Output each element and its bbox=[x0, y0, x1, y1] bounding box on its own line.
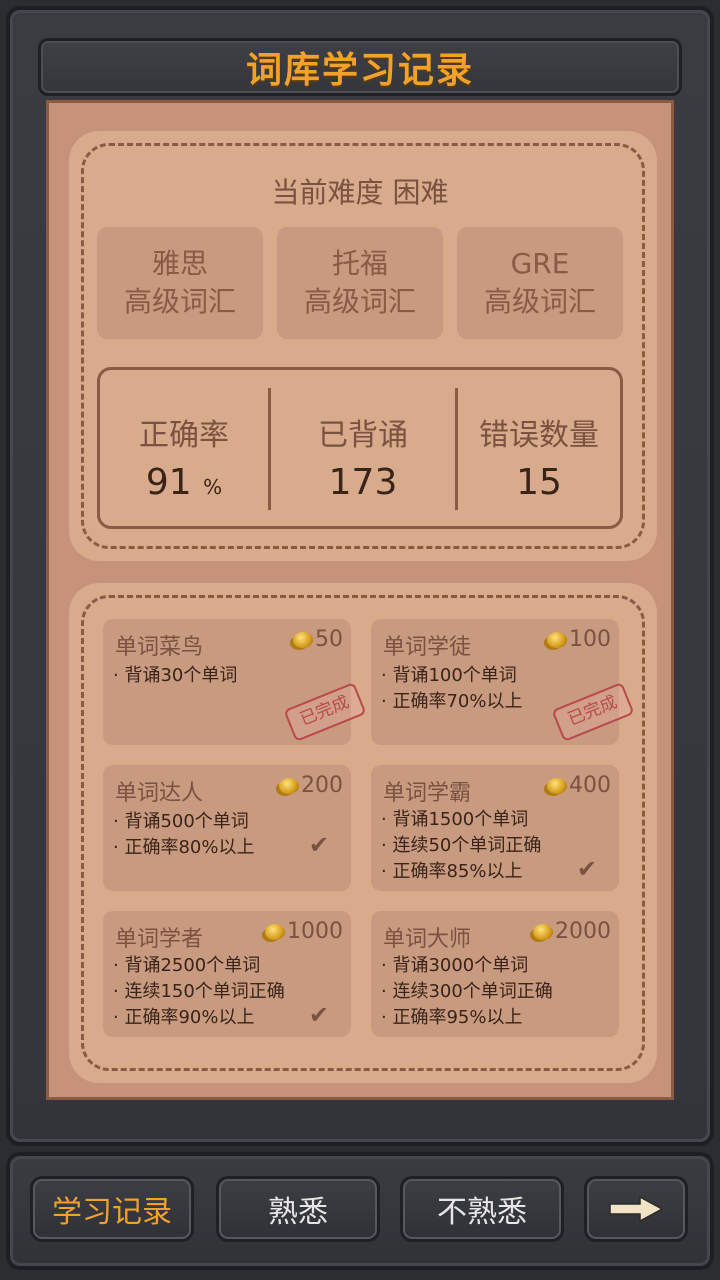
bank-ielts-level: 高级词汇 bbox=[123, 285, 236, 318]
achievement-name: 单词达人 bbox=[115, 781, 204, 806]
check-icon: ✔ bbox=[576, 855, 597, 883]
achievement-name: 单词大师 bbox=[383, 927, 472, 952]
difficulty-label: 当前难度 困难 bbox=[271, 176, 449, 209]
achievement-reward: 2000 bbox=[533, 919, 611, 944]
achievement-requirement: · 背诵100个单词 bbox=[381, 665, 517, 686]
check-icon: ✔ bbox=[308, 1001, 329, 1029]
achievement-requirement: · 正确率95%以上 bbox=[381, 1007, 523, 1028]
unfamiliar-button[interactable]: 不熟悉 bbox=[400, 1176, 564, 1242]
achievement-name: 单词学徒 bbox=[383, 635, 472, 660]
page-title: 词库学习记录 bbox=[245, 50, 474, 91]
bank-gre-name: GRE bbox=[510, 247, 570, 280]
bank-toefl[interactable]: 托福 高级词汇 bbox=[277, 227, 443, 339]
achievement-requirement: · 正确率80%以上 bbox=[113, 837, 255, 858]
bank-gre[interactable]: GRE 高级词汇 bbox=[457, 227, 623, 339]
accuracy-label: 正确率 bbox=[139, 418, 229, 453]
achievement-requirement: · 背诵500个单词 bbox=[113, 811, 249, 832]
bank-ielts[interactable]: 雅思 高级词汇 bbox=[97, 227, 263, 339]
achievement-card[interactable]: 单词菜鸟 50 · 背诵30个单词 已完成 bbox=[103, 619, 367, 745]
achievement-requirement: · 连续150个单词正确 bbox=[113, 981, 285, 1002]
title-bar: 词库学习记录 bbox=[38, 38, 682, 96]
achievement-requirement: · 连续50个单词正确 bbox=[381, 835, 542, 856]
achievement-name: 单词菜鸟 bbox=[115, 635, 204, 660]
achievement-reward: 400 bbox=[547, 773, 611, 798]
achievement-name: 单词学霸 bbox=[383, 781, 472, 806]
bank-ielts-name: 雅思 bbox=[151, 247, 208, 280]
coin-icon bbox=[547, 631, 567, 648]
coin-icon bbox=[533, 923, 553, 940]
bank-toefl-name: 托福 bbox=[331, 247, 388, 280]
achievement-requirement: · 正确率90%以上 bbox=[113, 1007, 255, 1028]
achievement-reward: 100 bbox=[547, 627, 611, 652]
achievement-requirement: · 连续300个单词正确 bbox=[381, 981, 553, 1002]
bank-toefl-level: 高级词汇 bbox=[303, 285, 416, 318]
achievement-reward: 50 bbox=[293, 627, 343, 652]
records-button[interactable]: 学习记录 bbox=[30, 1176, 194, 1242]
achievement-requirement: · 背诵1500个单词 bbox=[381, 809, 529, 830]
achievement-reward: 1000 bbox=[265, 919, 343, 944]
errors-label: 错误数量 bbox=[479, 418, 599, 453]
familiar-button[interactable]: 熟悉 bbox=[216, 1176, 380, 1242]
achievement-requirement: · 正确率85%以上 bbox=[381, 861, 523, 882]
arrow-right-icon bbox=[609, 1195, 664, 1223]
stat-accuracy: 正确率 91 % bbox=[100, 370, 268, 526]
memorized-value: 173 bbox=[328, 462, 398, 503]
achievement-reward: 200 bbox=[279, 773, 343, 798]
stat-memorized: 已背诵 173 bbox=[271, 370, 455, 526]
memorized-label: 已背诵 bbox=[318, 418, 408, 453]
coin-icon bbox=[547, 777, 567, 794]
stat-errors: 错误数量 15 bbox=[458, 370, 620, 526]
achievement-requirement: · 背诵3000个单词 bbox=[381, 955, 529, 976]
coin-icon bbox=[265, 923, 285, 940]
coin-icon bbox=[279, 777, 299, 794]
achievement-card[interactable]: 单词学霸 400 · 背诵1500个单词 · 连续50个单词正确 · 正确率85… bbox=[371, 765, 619, 891]
achievement-card[interactable]: 单词学徒 100 · 背诵100个单词 · 正确率70%以上 已完成 bbox=[371, 619, 635, 745]
stats-box: 正确率 91 % 已背诵 173 错误数量 15 bbox=[97, 367, 623, 529]
achievement-name: 单词学者 bbox=[115, 927, 204, 952]
parchment-panel: 当前难度 困难 雅思 高级词汇 托福 高级词汇 GRE 高级词汇 正确率 91 … bbox=[46, 100, 674, 1100]
achievement-card[interactable]: 单词达人 200 · 背诵500个单词 · 正确率80%以上 ✔ bbox=[103, 765, 351, 891]
coin-icon bbox=[293, 631, 313, 648]
next-button[interactable] bbox=[584, 1176, 688, 1242]
accuracy-value: 91 % bbox=[145, 462, 223, 503]
bank-gre-level: 高级词汇 bbox=[483, 285, 596, 318]
achievement-requirement: · 正确率70%以上 bbox=[381, 691, 523, 712]
achievement-requirement: · 背诵30个单词 bbox=[113, 665, 238, 686]
achievement-card[interactable]: 单词大师 2000 · 背诵3000个单词 · 连续300个单词正确 · 正确率… bbox=[371, 911, 619, 1037]
errors-value: 15 bbox=[516, 462, 562, 503]
achievement-card[interactable]: 单词学者 1000 · 背诵2500个单词 · 连续150个单词正确 · 正确率… bbox=[103, 911, 351, 1037]
achievement-requirement: · 背诵2500个单词 bbox=[113, 955, 261, 976]
check-icon: ✔ bbox=[308, 831, 329, 859]
